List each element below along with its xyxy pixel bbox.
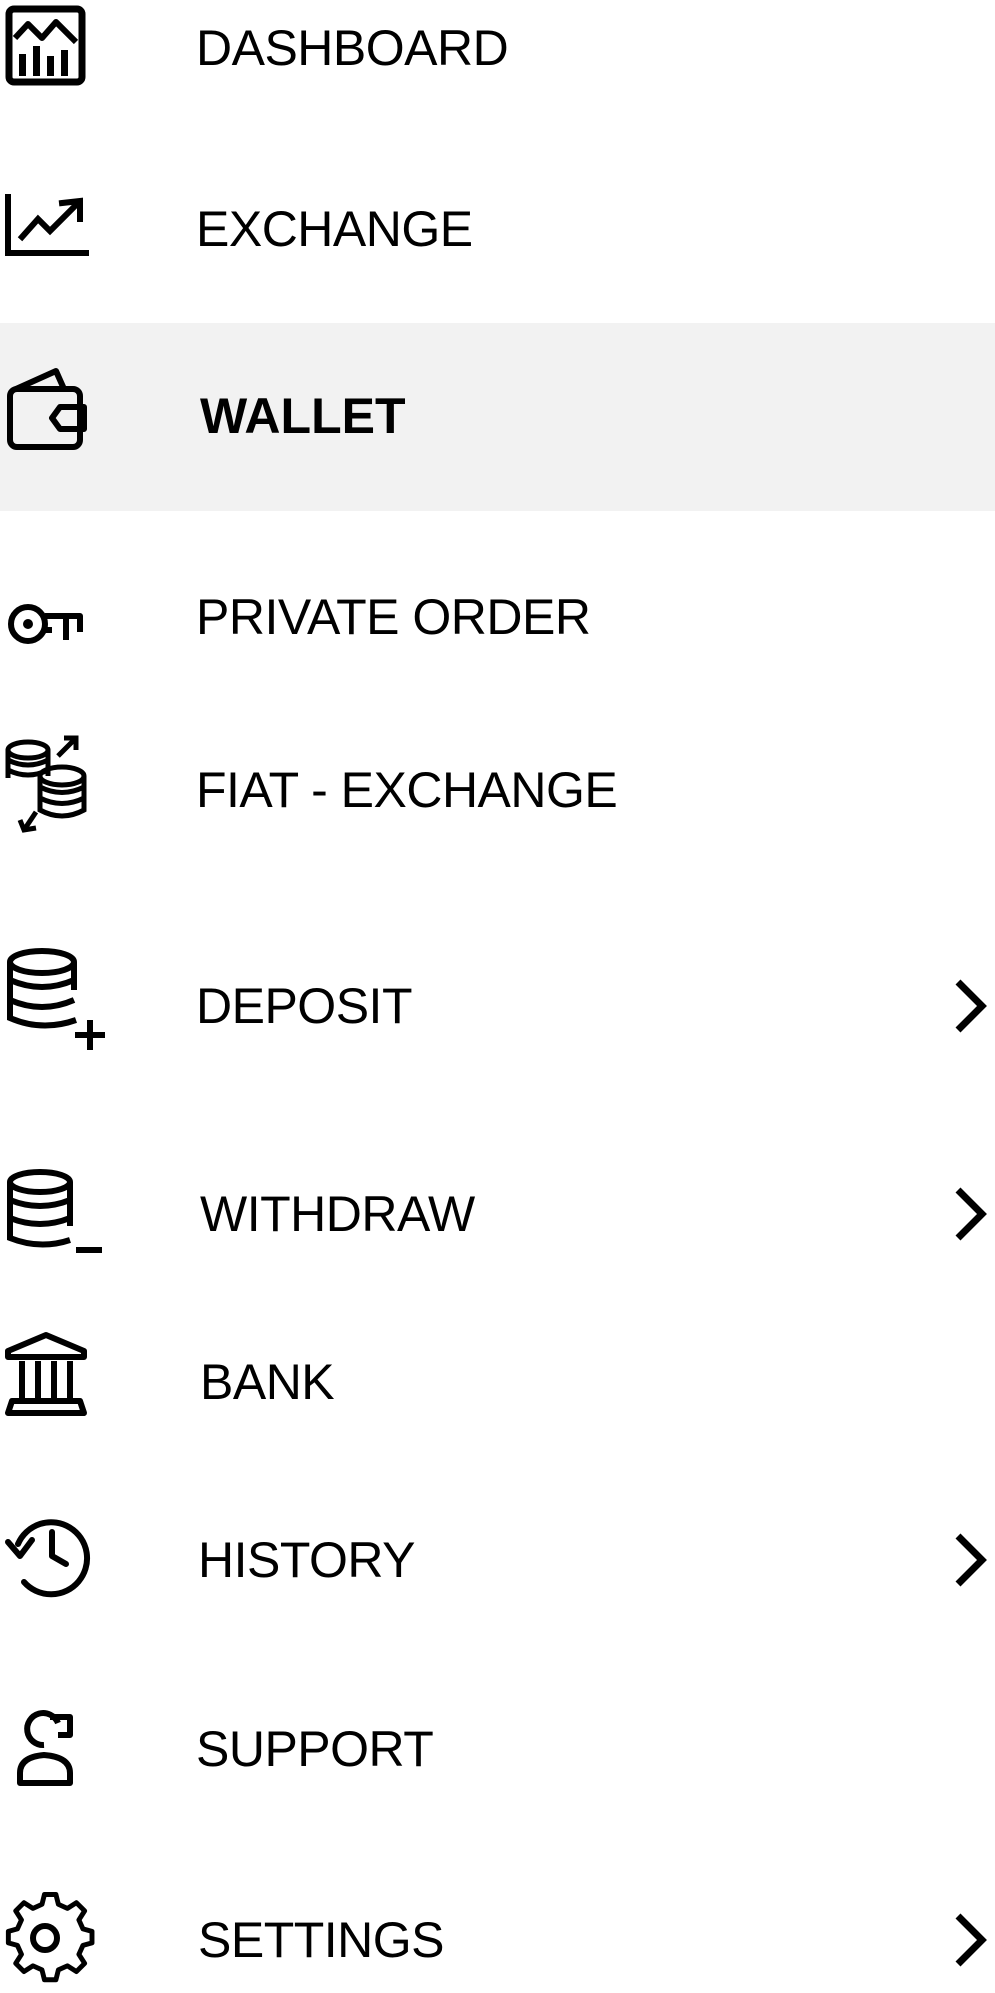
- menu-item-deposit[interactable]: DEPOSIT: [0, 940, 995, 1065]
- menu-item-dashboard[interactable]: DASHBOARD: [0, 0, 995, 100]
- menu-item-label: HISTORY: [198, 1532, 415, 1588]
- menu-item-exchange[interactable]: EXCHANGE: [0, 180, 995, 280]
- chevron-right-icon[interactable]: [950, 1532, 990, 1588]
- navigation-menu: DASHBOARD EXCHANGE WALLET PRIVATE ORDER …: [0, 0, 995, 1983]
- database-plus-icon: [0, 940, 110, 1050]
- menu-item-label: EXCHANGE: [196, 201, 473, 257]
- dashboard-chart-icon: [0, 0, 110, 100]
- menu-item-label: SETTINGS: [198, 1912, 445, 1968]
- menu-item-label: PRIVATE ORDER: [196, 589, 591, 645]
- coin-exchange-icon: [0, 730, 110, 840]
- key-icon: [0, 566, 110, 676]
- menu-item-support[interactable]: SUPPORT: [0, 1695, 995, 1805]
- chevron-right-icon[interactable]: [950, 1912, 990, 1968]
- menu-item-label: DEPOSIT: [196, 978, 412, 1034]
- line-chart-icon: [0, 175, 110, 285]
- menu-item-label: SUPPORT: [196, 1721, 434, 1777]
- chevron-right-icon[interactable]: [950, 1186, 990, 1242]
- menu-item-label: WALLET: [200, 388, 406, 444]
- chevron-right-icon[interactable]: [950, 978, 990, 1034]
- gear-icon: [0, 1883, 110, 1993]
- menu-item-fiat-exchange[interactable]: FIAT - EXCHANGE: [0, 730, 995, 850]
- menu-item-bank[interactable]: BANK: [0, 1330, 995, 1440]
- menu-item-label: WITHDRAW: [200, 1186, 475, 1242]
- bank-icon: [0, 1327, 110, 1437]
- menu-item-wallet[interactable]: WALLET: [0, 323, 995, 511]
- menu-item-settings[interactable]: SETTINGS: [0, 1885, 995, 1983]
- menu-item-label: FIAT - EXCHANGE: [196, 762, 618, 818]
- menu-item-label: BANK: [200, 1354, 335, 1410]
- menu-item-label: DASHBOARD: [196, 20, 509, 76]
- wallet-icon: [0, 361, 110, 471]
- menu-item-withdraw[interactable]: WITHDRAW: [0, 1160, 995, 1270]
- history-icon: [0, 1502, 110, 1612]
- support-agent-icon: [0, 1693, 110, 1803]
- database-minus-icon: [0, 1160, 110, 1270]
- menu-item-private-order[interactable]: PRIVATE ORDER: [0, 570, 995, 670]
- menu-item-history[interactable]: HISTORY: [0, 1505, 995, 1615]
